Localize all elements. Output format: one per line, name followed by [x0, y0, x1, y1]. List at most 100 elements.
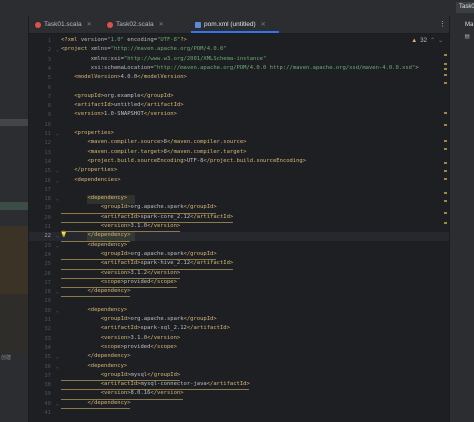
- warning-underline: [61, 296, 131, 298]
- code-line[interactable]: <artifactId>spark-sql_2.12</artifactId>: [61, 325, 230, 334]
- code-line[interactable]: <groupId>org.example</groupId>: [61, 93, 173, 102]
- line-number: 33: [44, 335, 51, 342]
- warning-stripe-mark[interactable]: [444, 140, 447, 142]
- code-line[interactable]: </dependency>: [61, 353, 130, 362]
- warning-underline: [61, 408, 131, 409]
- code-line[interactable]: <dependency>: [61, 363, 127, 372]
- line-number: 16: [44, 177, 51, 184]
- maven-tool-icon[interactable]: ▤: [465, 32, 473, 40]
- line-number: 37: [44, 372, 51, 379]
- tab-task01[interactable]: Task01.scala ✕: [35, 16, 92, 33]
- code-line[interactable]: <?xml version="1.0" encoding="UTF-8"?>: [61, 37, 187, 46]
- tab-label: pom.xml (untitled): [204, 21, 256, 28]
- warning-underline: [61, 231, 180, 233]
- more-tabs-icon[interactable]: ⋮: [439, 20, 446, 28]
- line-number-gutter[interactable]: 1 2 3 4 5 6 7 8 9 10 11 12 13 14 15 16 17 18 19 20 21 22 23 24 2…: [29, 34, 59, 422]
- code-line[interactable]: <artifactId>untitled</artifactId>: [61, 102, 183, 111]
- code-line[interactable]: <groupId>org.apache.spark</groupId>: [61, 316, 217, 325]
- line-number: 3: [47, 56, 51, 63]
- line-number: 17: [44, 186, 51, 193]
- warning-underline: [61, 398, 184, 400]
- line-number: 2: [47, 47, 51, 54]
- panel-text-fragment: 创建: [1, 355, 12, 361]
- warning-stripe-mark[interactable]: [444, 63, 447, 65]
- scala-icon: [107, 21, 113, 28]
- code-line[interactable]: xsi:schemaLocation="http://maven.apache.…: [61, 65, 419, 74]
- warning-stripe-mark[interactable]: [444, 200, 447, 202]
- code-line[interactable]: <maven.compiler.source>8</maven.compiler…: [61, 139, 246, 148]
- warning-stripe-mark[interactable]: [444, 148, 447, 150]
- line-number: 27: [44, 279, 51, 286]
- line-number: 32: [44, 326, 51, 333]
- chevron-down-icon[interactable]: ⌄: [438, 37, 443, 44]
- code-area[interactable]: <?xml version="1.0" encoding="UTF-8"?> <p…: [61, 34, 449, 422]
- line-number: 12: [44, 140, 51, 147]
- line-number: 31: [44, 317, 51, 323]
- warning-stripe-mark[interactable]: [444, 112, 447, 114]
- warning-stripe-mark[interactable]: [444, 74, 447, 76]
- right-tool-strip: Ma ▤: [449, 16, 474, 422]
- chevron-up-icon[interactable]: ⌃: [430, 37, 435, 44]
- tab-task02[interactable]: Task02.scala ✕: [107, 16, 164, 33]
- warning-underline: [61, 389, 250, 391]
- inspection-widget[interactable]: ▲ 32 ⌃ ⌄: [411, 37, 443, 45]
- code-line[interactable]: <project xmlns="http://maven.apache.org/…: [61, 46, 227, 55]
- close-icon[interactable]: ✕: [261, 21, 266, 28]
- code-line[interactable]: xmlns:xsi="http://www.w3.org/2001/XMLSch…: [61, 56, 267, 65]
- line-number: 41: [44, 410, 51, 416]
- ide-window: Task0 创建 Task01.scala ✕ Task02.scala ✕ p…: [0, 0, 474, 422]
- line-number: 6: [47, 84, 51, 91]
- line-number: 4: [47, 65, 51, 72]
- line-number: 28: [44, 289, 51, 296]
- maven-tool-label[interactable]: Ma: [465, 22, 473, 28]
- code-line[interactable]: <version>1.0-SNAPSHOT</version>: [61, 111, 177, 120]
- warning-stripe-mark[interactable]: [444, 68, 447, 70]
- warning-icon: ▲: [411, 37, 418, 44]
- close-icon[interactable]: ✕: [87, 21, 92, 28]
- warning-underline: [61, 380, 180, 382]
- line-number: 24: [44, 251, 51, 258]
- code-editor[interactable]: 1 2 3 4 5 6 7 8 9 10 11 12 13 14 15 16 17 18 19 20 21 22 23 24 2…: [29, 34, 449, 422]
- warning-stripe-mark[interactable]: [444, 170, 447, 172]
- line-number: 39: [44, 391, 51, 398]
- warning-stripe-mark[interactable]: [444, 192, 447, 194]
- line-number: 36: [44, 363, 51, 370]
- tab-label: Task02.scala: [116, 21, 154, 28]
- line-number: 7: [47, 93, 51, 100]
- title-bar: Task0: [0, 0, 474, 16]
- warning-stripe-mark[interactable]: [444, 212, 447, 214]
- project-tree-row[interactable]: [0, 202, 28, 210]
- line-number: 14: [44, 158, 51, 165]
- line-number: 13: [44, 149, 51, 156]
- code-line[interactable]: <scope>provided</scope>: [61, 344, 177, 353]
- line-number: 30: [44, 307, 51, 314]
- maven-icon: [195, 21, 201, 28]
- warning-stripe-mark[interactable]: [444, 178, 447, 180]
- code-line[interactable]: <dependency>: [61, 195, 127, 204]
- code-line[interactable]: <version>3.1.0</version>: [61, 335, 181, 344]
- warning-stripe-mark[interactable]: [444, 82, 447, 84]
- warning-stripe-mark[interactable]: [444, 124, 447, 126]
- error-stripe[interactable]: [444, 52, 447, 422]
- code-line[interactable]: <dependency>: [61, 307, 127, 316]
- code-line[interactable]: <modelVersion>4.0.0</modelVersion>: [61, 74, 187, 83]
- run-config-label[interactable]: Task0: [456, 2, 474, 13]
- line-number: 9: [47, 112, 51, 119]
- scala-icon: [35, 21, 41, 28]
- project-tree-row[interactable]: [0, 119, 28, 126]
- code-line[interactable]: <dependencies>: [61, 177, 120, 186]
- tab-label: Task01.scala: [44, 21, 82, 28]
- warning-stripe-mark[interactable]: [444, 222, 447, 224]
- line-number: 29: [44, 298, 51, 305]
- code-line[interactable]: <properties>: [61, 130, 114, 139]
- warning-stripe-mark[interactable]: [444, 162, 447, 164]
- code-line[interactable]: <dependency>: [61, 242, 127, 251]
- warning-stripe-mark[interactable]: [444, 54, 447, 56]
- line-number: 26: [44, 270, 51, 277]
- line-number: 18: [44, 196, 51, 203]
- code-line[interactable]: </properties>: [61, 167, 117, 176]
- line-number: 40: [44, 400, 51, 407]
- close-icon[interactable]: ✕: [159, 21, 164, 28]
- code-line[interactable]: <maven.compiler.target>8</maven.compiler…: [61, 149, 246, 158]
- code-line[interactable]: <project.build.sourceEncoding>UTF-8</pro…: [61, 158, 306, 167]
